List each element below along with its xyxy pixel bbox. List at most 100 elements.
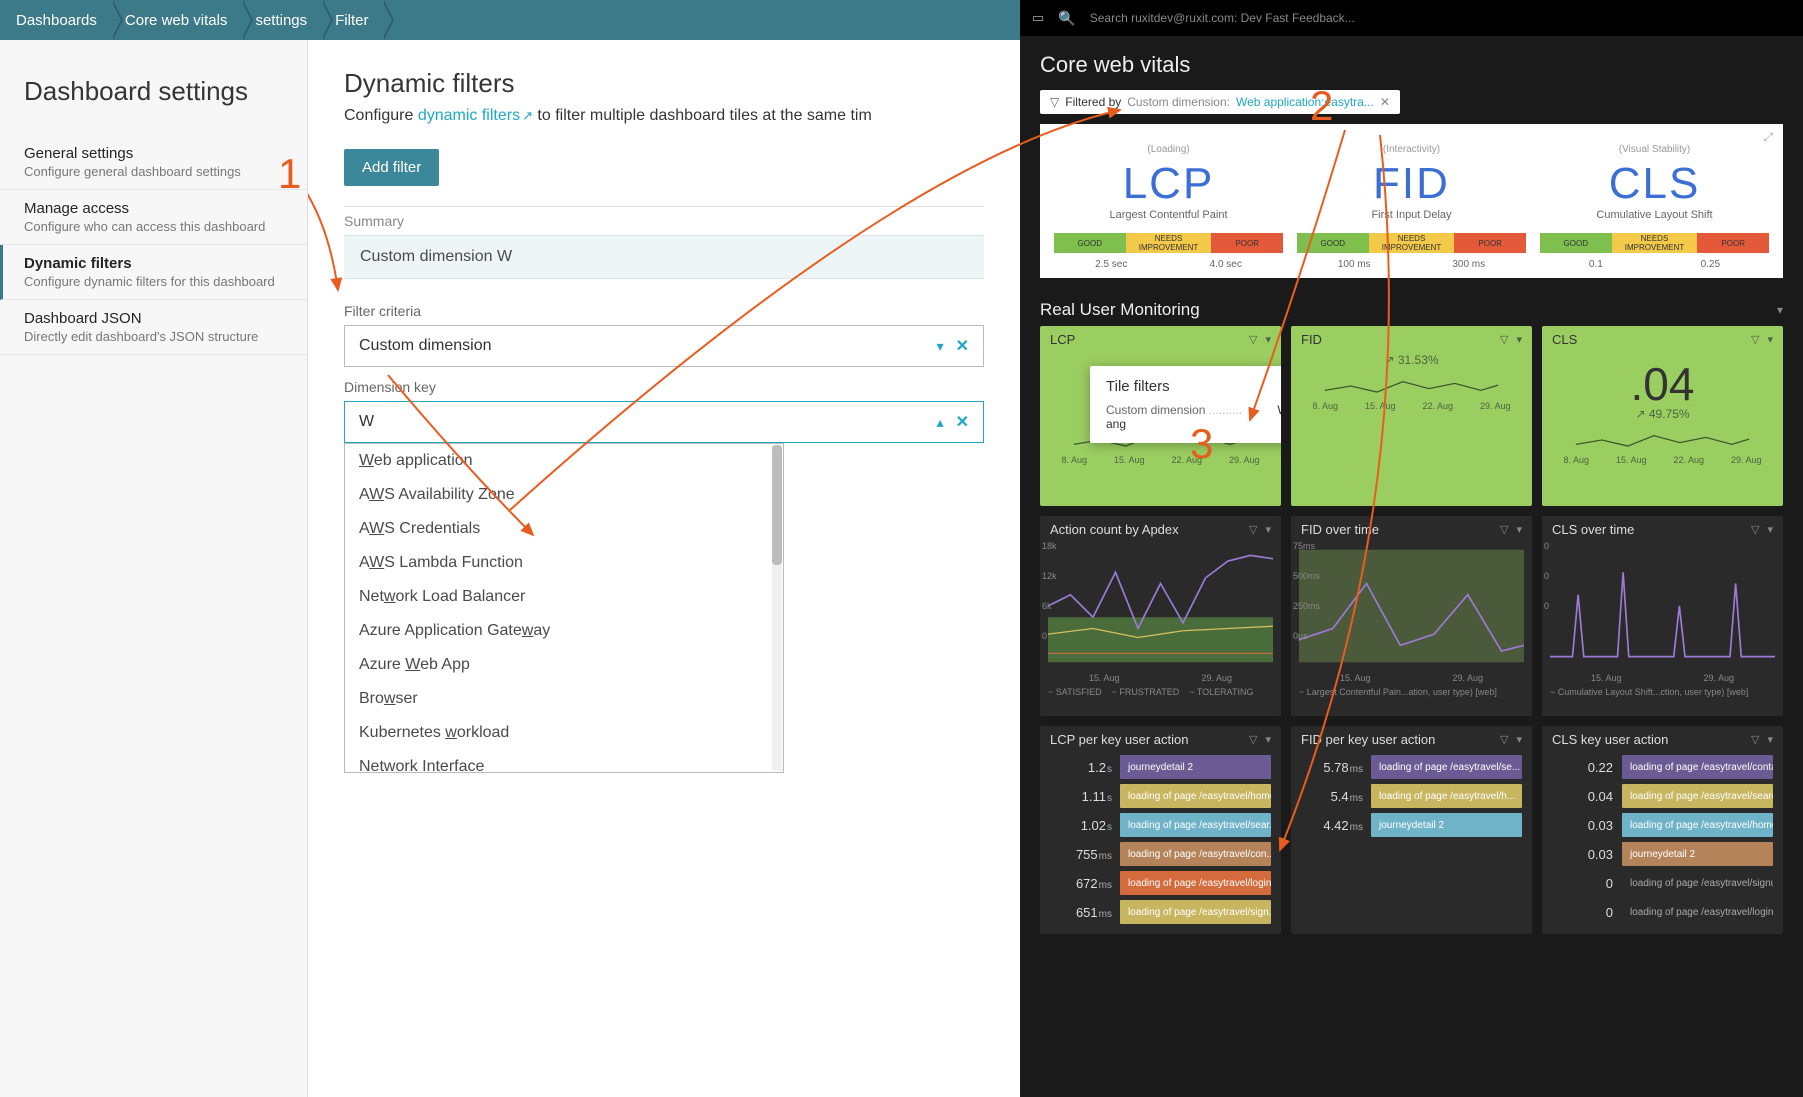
list-tile[interactable]: FID per key user action▽▾ 5.78ms loading…: [1291, 726, 1532, 934]
list-row[interactable]: 1.11s loading of page /easytravel/home: [1050, 784, 1271, 808]
chevron-down-icon[interactable]: ▾: [1516, 733, 1522, 746]
chevron-up-icon[interactable]: ▴: [937, 414, 944, 431]
sidebar-item[interactable]: Manage access Configure who can access th…: [0, 190, 307, 245]
tile-filter-popup: Tile filters Custom dimension ..........…: [1090, 366, 1281, 443]
list-row[interactable]: 0.03 loading of page /easytravel/home: [1552, 813, 1773, 837]
cwv-card: (Interactivity)FIDFirst Input Delay GOOD…: [1297, 144, 1526, 270]
dropdown-item[interactable]: AWS Availability Zone: [345, 478, 783, 512]
chevron-down-icon[interactable]: ▾: [1777, 303, 1783, 317]
sidebar-item[interactable]: Dashboard JSONDirectly edit dashboard's …: [0, 300, 307, 355]
breadcrumb-item[interactable]: Dashboards: [12, 0, 111, 40]
chevron-down-icon[interactable]: ▾: [937, 338, 944, 355]
dropdown-item[interactable]: Azure Web App: [345, 648, 783, 682]
funnel-icon[interactable]: ▽: [1751, 333, 1759, 346]
funnel-icon: ▽: [1050, 95, 1059, 109]
dropdown-item[interactable]: Browser: [345, 682, 783, 716]
nav-title: General settings: [24, 145, 283, 162]
rum-section-header: Real User Monitoring ▾: [1020, 292, 1803, 326]
chevron-down-icon[interactable]: ▾: [1265, 523, 1271, 536]
dropdown-item[interactable]: Network Interface: [345, 750, 783, 773]
list-row[interactable]: 0 loading of page /easytravel/signup: [1552, 871, 1773, 895]
list-row[interactable]: 0.22 loading of page /easytravel/contact: [1552, 755, 1773, 779]
sidebar-item[interactable]: General settingsConfigure general dashbo…: [0, 135, 307, 190]
external-link-icon: [520, 107, 533, 124]
list-tile[interactable]: LCP per key user action▽▾ 1.2s journeyde…: [1040, 726, 1281, 934]
list-row[interactable]: 651ms loading of page /easytravel/sign..…: [1050, 900, 1271, 924]
dropdown-item[interactable]: Web application: [345, 444, 783, 478]
summary-label: Summary: [344, 206, 984, 229]
chevron-down-icon[interactable]: ▾: [1767, 733, 1773, 746]
chevron-down-icon[interactable]: ▾: [1516, 523, 1522, 536]
nav-desc: Configure who can access this dashboard: [24, 219, 283, 234]
dynamic-filters-link[interactable]: dynamic filters: [418, 107, 533, 124]
chevron-down-icon[interactable]: ▾: [1265, 733, 1271, 746]
chevron-down-icon[interactable]: ▾: [1516, 333, 1522, 346]
filter-criteria-label: Filter criteria: [344, 303, 984, 319]
sidebar-heading: Dashboard settings: [0, 64, 307, 135]
list-tile[interactable]: CLS key user action▽▾ 0.22 loading of pa…: [1542, 726, 1783, 934]
list-row[interactable]: 4.42ms journeydetail 2: [1301, 813, 1522, 837]
chart-tile[interactable]: CLS over time▽▾ 000 15. Aug29. Aug Cumul…: [1542, 516, 1783, 716]
metric-tile[interactable]: FID▽▾ ↗ 31.53% 8. Aug15. Aug22. Aug29. A…: [1291, 326, 1532, 506]
dashboard-filter-bar: ▽ Filtered by Custom dimension: Web appl…: [1040, 90, 1783, 114]
clear-icon[interactable]: ✕: [956, 412, 969, 432]
list-row[interactable]: 5.78ms loading of page /easytravel/se...: [1301, 755, 1522, 779]
list-row[interactable]: 672ms loading of page /easytravel/login: [1050, 871, 1271, 895]
chevron-down-icon[interactable]: ▾: [1265, 333, 1271, 346]
list-row[interactable]: 755ms loading of page /easytravel/con...: [1050, 842, 1271, 866]
funnel-icon[interactable]: ▽: [1751, 733, 1759, 746]
dimension-key-input[interactable]: W ▴ ✕: [344, 401, 984, 443]
funnel-icon[interactable]: ▽: [1500, 523, 1508, 536]
nav-desc: Configure dynamic filters for this dashb…: [24, 274, 283, 289]
breadcrumb-item[interactable]: Core web vitals: [111, 0, 242, 40]
list-row[interactable]: 1.02s loading of page /easytravel/sear..…: [1050, 813, 1271, 837]
list-row[interactable]: 0.03 journeydetail 2: [1552, 842, 1773, 866]
clear-icon[interactable]: ✕: [956, 336, 969, 356]
filter-criteria-select[interactable]: Custom dimension ▾ ✕: [344, 325, 984, 367]
dimension-key-label: Dimension key: [344, 379, 984, 395]
breadcrumb: Dashboards Core web vitals settings Filt…: [0, 0, 1020, 40]
remove-filter-icon[interactable]: ✕: [1380, 95, 1390, 109]
add-filter-button[interactable]: Add filter: [344, 149, 439, 186]
search-icon[interactable]: 🔍: [1058, 10, 1075, 27]
settings-content: Dynamic filters Configure dynamic filter…: [308, 40, 1020, 1097]
dropdown-item[interactable]: Network Load Balancer: [345, 580, 783, 614]
metric-tile[interactable]: CLS▽▾ .04↗ 49.75% 8. Aug15. Aug22. Aug29…: [1542, 326, 1783, 506]
dashboard-title: Core web vitals: [1020, 36, 1803, 90]
cwv-card: (Loading)LCPLargest Contentful Paint GOO…: [1054, 144, 1283, 270]
dropdown-item[interactable]: AWS Lambda Function: [345, 546, 783, 580]
nav-title: Dynamic filters: [24, 255, 283, 272]
nav-desc: Directly edit dashboard's JSON structure: [24, 329, 283, 344]
expand-icon[interactable]: ⤢: [1763, 130, 1773, 145]
list-row[interactable]: 0.04 loading of page /easytravel/search: [1552, 784, 1773, 808]
funnel-icon[interactable]: ▽: [1249, 523, 1257, 536]
chevron-down-icon[interactable]: ▾: [1767, 523, 1773, 536]
cwv-panel: ⤢ (Loading)LCPLargest Contentful Paint G…: [1040, 124, 1783, 278]
content-subtitle: Configure dynamic filters to filter mult…: [344, 107, 984, 125]
settings-sidebar: Dashboard settings General settingsConfi…: [0, 40, 308, 1097]
list-row[interactable]: 1.2s journeydetail 2: [1050, 755, 1271, 779]
chart-tile[interactable]: FID over time▽▾ 75ms500ms250ms0µs 15. Au…: [1291, 516, 1532, 716]
funnel-icon[interactable]: ▽: [1500, 733, 1508, 746]
dropdown-item[interactable]: Kubernetes workload: [345, 716, 783, 750]
funnel-icon[interactable]: ▽: [1500, 333, 1508, 346]
chart-tile[interactable]: Action count by Apdex▽▾ 18k12k6k0 15. Au…: [1040, 516, 1281, 716]
metric-tile[interactable]: LCP▽▾ 1.07s↗ 46.78% 8. Aug15. Aug22. Aug…: [1040, 326, 1281, 506]
search-input[interactable]: Search ruxitdev@ruxit.com: Dev Fast Feed…: [1090, 11, 1355, 25]
funnel-icon[interactable]: ▽: [1751, 523, 1759, 536]
nav-title: Manage access: [24, 200, 283, 217]
funnel-icon[interactable]: ▽: [1249, 733, 1257, 746]
list-row[interactable]: 0 loading of page /easytravel/login: [1552, 900, 1773, 924]
funnel-icon[interactable]: ▽: [1249, 333, 1257, 346]
chevron-down-icon[interactable]: ▾: [1767, 333, 1773, 346]
summary-row[interactable]: Custom dimension W: [344, 235, 984, 279]
list-row[interactable]: 5.4ms loading of page /easytravel/h...: [1301, 784, 1522, 808]
dropdown-item[interactable]: Azure Application Gateway: [345, 614, 783, 648]
top-search-bar: ▭ 🔍 Search ruxitdev@ruxit.com: Dev Fast …: [1020, 0, 1803, 36]
dropdown-item[interactable]: AWS Credentials: [345, 512, 783, 546]
sidebar-item[interactable]: Dynamic filters Configure dynamic filters…: [0, 245, 307, 300]
content-heading: Dynamic filters: [344, 68, 984, 99]
monitor-icon[interactable]: ▭: [1032, 10, 1044, 26]
scrollbar-thumb[interactable]: [772, 445, 782, 565]
filter-chip[interactable]: ▽ Filtered by Custom dimension: Web appl…: [1040, 90, 1400, 114]
